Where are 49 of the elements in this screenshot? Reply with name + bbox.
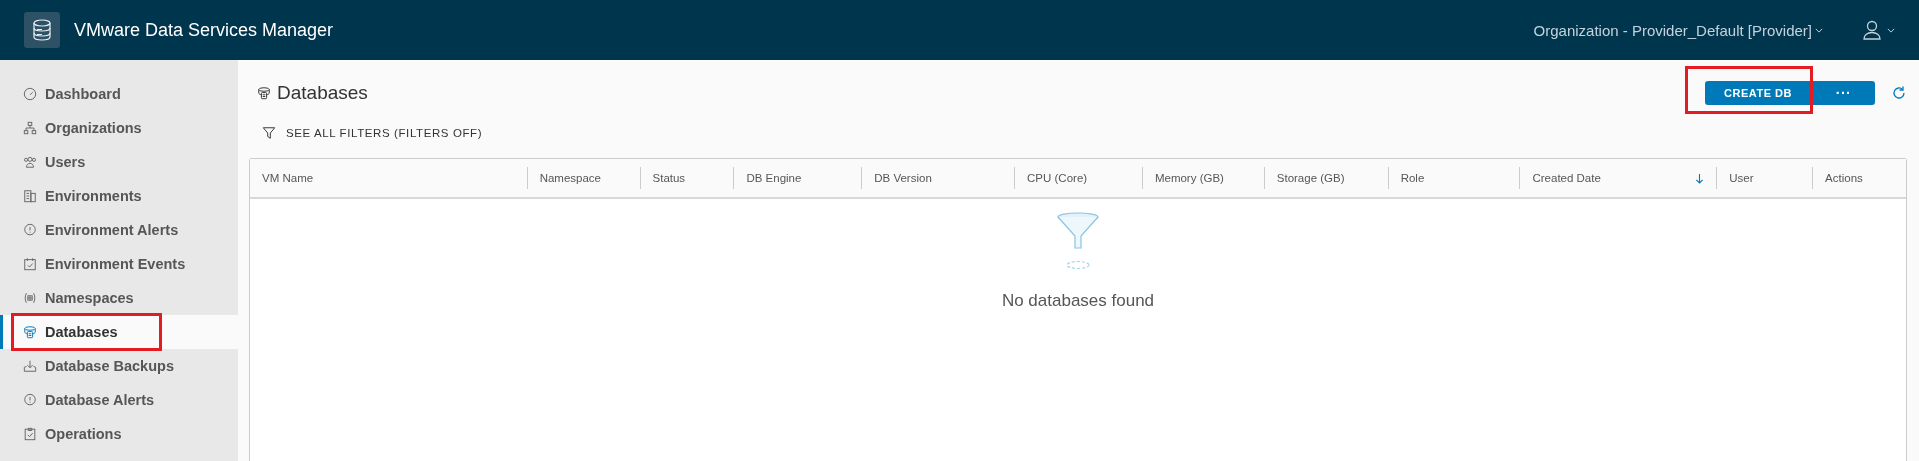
filter-icon[interactable]	[262, 126, 276, 140]
nav-icon	[23, 121, 37, 135]
column-header[interactable]: Memory (GB)	[1141, 167, 1264, 189]
column-header[interactable]: DB Version	[861, 167, 1015, 189]
nav-icon	[23, 291, 37, 305]
nav-icon	[23, 359, 37, 373]
database-icon	[257, 86, 271, 100]
column-header[interactable]: DB Engine	[733, 167, 862, 189]
sidebar-item[interactable]: Environments	[0, 179, 238, 213]
nav-icon	[23, 325, 37, 339]
nav-icon	[23, 393, 37, 407]
page-title: Databases	[277, 82, 368, 104]
sidebar-item[interactable]: Database Alerts	[0, 383, 238, 417]
nav-icon	[23, 427, 37, 441]
column-header[interactable]: Created Date	[1519, 167, 1717, 189]
column-header[interactable]: Actions	[1812, 167, 1906, 189]
database-logo-icon	[24, 12, 60, 48]
empty-state-message: No databases found	[1001, 291, 1155, 311]
nav-icon	[23, 155, 37, 169]
organization-dropdown[interactable]: Organization - Provider_Default [Provider]	[1533, 21, 1823, 39]
nav-icon	[23, 87, 37, 101]
nav-icon	[23, 223, 37, 237]
sidebar-item[interactable]: Environment Alerts	[0, 213, 238, 247]
column-header[interactable]: Status	[639, 167, 734, 189]
sidebar-item[interactable]: Namespaces	[0, 281, 238, 315]
sidebar-item[interactable]: Operations	[0, 417, 238, 451]
sidebar-item[interactable]: Databases	[0, 315, 238, 349]
filters-link[interactable]: SEE ALL FILTERS (FILTERS OFF)	[262, 126, 483, 140]
sidebar-item[interactable]: Dashboard	[0, 77, 238, 111]
column-header[interactable]: Role	[1387, 167, 1520, 189]
column-header[interactable]: CPU (Core)	[1014, 167, 1142, 189]
refresh-icon[interactable]	[1891, 85, 1907, 101]
chevron-down-icon[interactable]	[1815, 27, 1823, 33]
more-button[interactable]: ···	[1811, 81, 1875, 105]
column-header[interactable]: VM Name	[250, 167, 527, 189]
sidebar-item[interactable]: Organizations	[0, 111, 238, 145]
column-header[interactable]: Namespace	[526, 167, 640, 189]
sidebar-item[interactable]: Database Backups	[0, 349, 238, 383]
nav-icon	[23, 189, 37, 203]
nav-icon	[23, 257, 37, 271]
column-header[interactable]: User	[1716, 167, 1813, 189]
sidebar-item[interactable]: Users	[0, 145, 238, 179]
column-header[interactable]: Storage (GB)	[1263, 167, 1388, 189]
sort-down-icon[interactable]	[1695, 172, 1705, 184]
app-title: VMware Data Services Manager	[74, 19, 334, 41]
create-db-button[interactable]: CREATE DB	[1705, 81, 1811, 105]
sidebar-item[interactable]: Environment Events	[0, 247, 238, 281]
chevron-down-icon[interactable]	[1887, 27, 1895, 33]
user-menu-button[interactable]	[1861, 19, 1895, 41]
